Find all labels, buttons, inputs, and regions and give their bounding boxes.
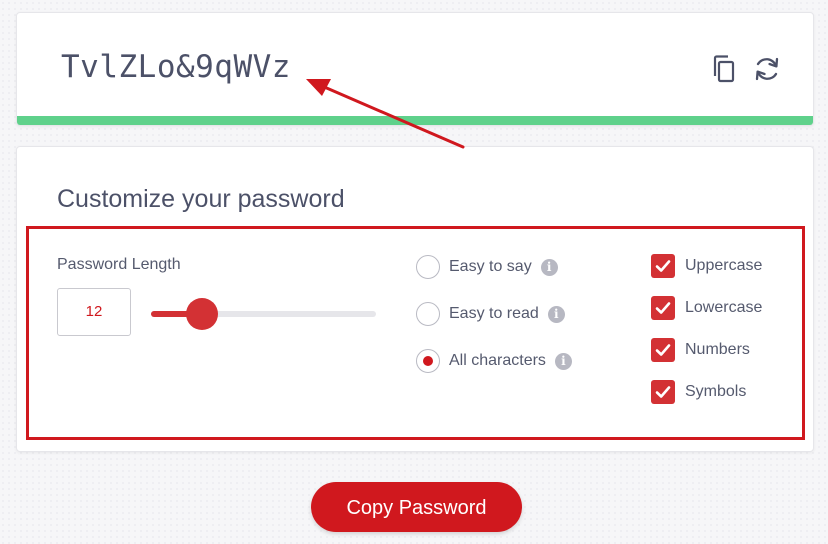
copy-icon[interactable] (709, 53, 741, 85)
radio-all-characters[interactable]: All characters i (416, 347, 572, 375)
checkbox-label: Lowercase (685, 299, 763, 316)
password-length-input[interactable]: 12 (57, 288, 131, 336)
customize-title: Customize your password (57, 185, 345, 213)
radio-easy-to-say[interactable]: Easy to say i (416, 253, 558, 281)
info-icon[interactable]: i (540, 258, 558, 276)
radio-button[interactable] (416, 302, 440, 326)
checkbox-symbols[interactable]: Symbols (651, 379, 746, 405)
info-icon[interactable]: i (554, 352, 572, 370)
checkbox-uppercase[interactable]: Uppercase (651, 253, 762, 279)
radio-button[interactable] (416, 349, 440, 373)
strength-bar (17, 116, 813, 125)
length-slider-thumb[interactable] (185, 298, 218, 330)
radio-label: Easy to say (449, 258, 532, 275)
customize-card: Customize your password Password Length … (16, 146, 814, 452)
checkbox-lowercase[interactable]: Lowercase (651, 295, 762, 321)
length-slider-track[interactable] (151, 311, 376, 317)
checkbox-label: Uppercase (685, 257, 763, 274)
checkbox-label: Symbols (685, 383, 747, 400)
check-icon[interactable] (651, 338, 675, 362)
checkbox-numbers[interactable]: Numbers (651, 337, 750, 363)
radio-button[interactable] (416, 255, 440, 279)
check-icon[interactable] (651, 296, 675, 320)
info-icon[interactable]: i (547, 305, 565, 323)
check-icon[interactable] (651, 254, 675, 278)
radio-label: Easy to read (449, 305, 539, 322)
password-length-label: Password Length (57, 256, 181, 273)
refresh-icon[interactable] (751, 53, 783, 85)
checkbox-label: Numbers (685, 341, 750, 358)
check-icon[interactable] (651, 380, 675, 404)
password-display-card: TvlZLo&9qWVz (16, 12, 814, 126)
radio-easy-to-read[interactable]: Easy to read i (416, 300, 565, 328)
radio-label: All characters (449, 352, 546, 369)
copy-password-button[interactable]: Copy Password (311, 482, 522, 532)
generated-password[interactable]: TvlZLo&9qWVz (61, 49, 291, 85)
